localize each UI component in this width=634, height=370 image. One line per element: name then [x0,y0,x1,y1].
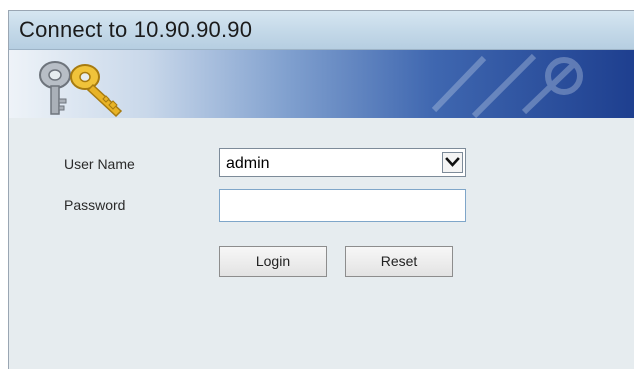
title-bar: Connect to 10.90.90.90 [9,11,634,50]
user-name-select[interactable]: admin [219,148,466,177]
chevron-down-icon [445,157,460,167]
password-field[interactable] [219,189,466,222]
login-form: User Name admin Password Login Reset [9,118,634,370]
login-button[interactable]: Login [219,246,327,277]
reset-button[interactable]: Reset [345,246,453,277]
dialog-title: Connect to 10.90.90.90 [19,17,253,42]
banner-keys-watermark-icon [431,53,583,118]
dropdown-button[interactable] [442,152,463,173]
user-name-label: User Name [64,156,135,172]
password-label: Password [64,197,126,213]
login-dialog: Connect to 10.90.90.90 User Name admin P… [8,10,634,369]
user-name-value: admin [226,155,270,172]
keys-icon [39,61,123,118]
